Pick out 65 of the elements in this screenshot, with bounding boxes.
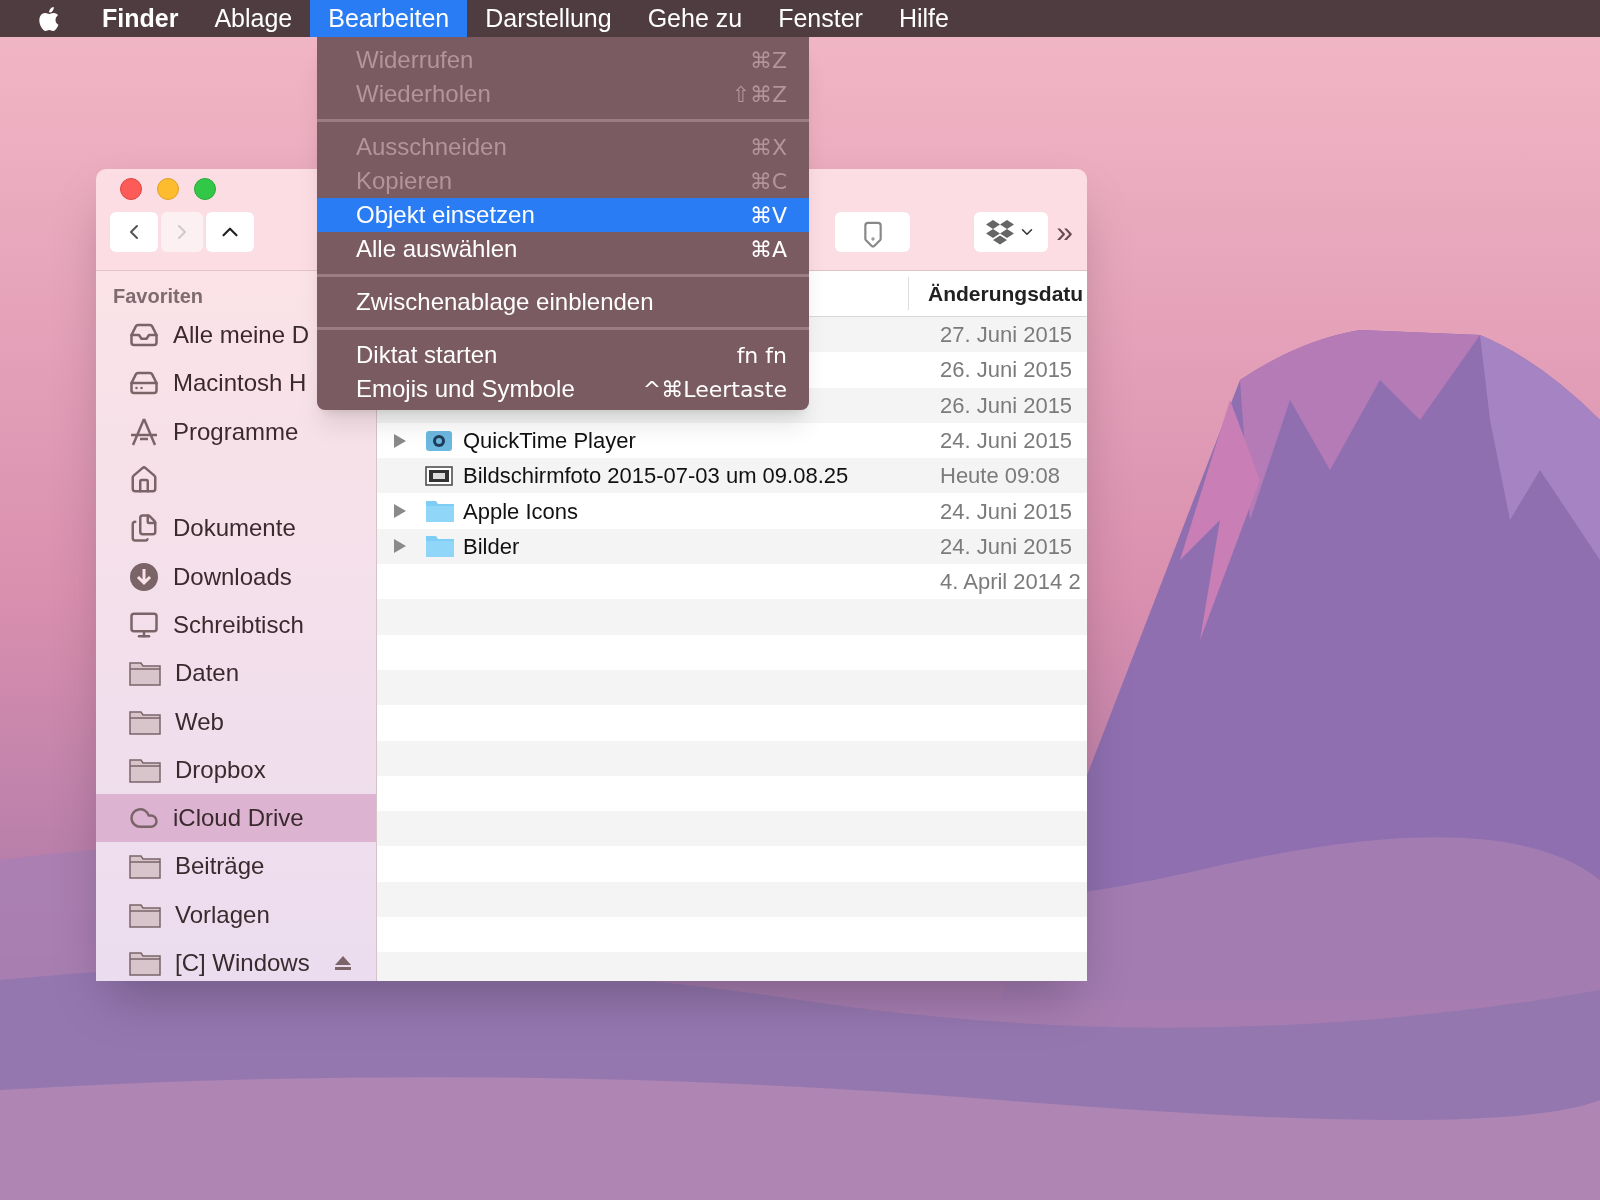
sidebar-item[interactable]: Dropbox xyxy=(96,745,376,794)
menu-item[interactable]: Emojis und Symbole ^⌘Leertaste xyxy=(317,372,809,406)
app-icon xyxy=(425,429,453,452)
file-name: Bilder xyxy=(463,533,520,559)
image-file-icon xyxy=(425,464,453,487)
column-header[interactable]: Änderungsdatu xyxy=(909,271,1084,316)
folder-icon xyxy=(425,534,455,559)
folder-icon xyxy=(129,950,161,976)
folder-icon xyxy=(425,499,455,524)
menu-item[interactable]: Objekt einsetzen ⌘V xyxy=(317,198,809,232)
sidebar-item[interactable]: Downloads xyxy=(96,552,376,601)
file-date: 27. Juni 2015 xyxy=(939,321,1073,350)
dropbox-icon xyxy=(986,219,1015,245)
menu-item[interactable]: Zwischenablage einblenden xyxy=(317,285,809,319)
menu-bar-item[interactable]: Darstellung xyxy=(467,0,630,37)
up-button[interactable] xyxy=(206,212,254,252)
disclosure-triangle-icon[interactable] xyxy=(393,432,407,449)
zoom-button[interactable] xyxy=(194,178,216,200)
eject-icon[interactable] xyxy=(334,955,352,971)
file-row[interactable]: Bilder 24. Juni 2015 xyxy=(377,528,1087,565)
toolbar-overflow[interactable]: » xyxy=(1056,217,1073,247)
file-date: 24. Juni 2015 xyxy=(939,532,1073,561)
disclosure-triangle-icon[interactable] xyxy=(393,538,407,555)
menu-bar-item[interactable]: Fenster xyxy=(760,0,881,37)
file-row[interactable]: Bildschirmfoto 2015-07-03 um 09.08.25 Heute 09:08 xyxy=(377,458,1087,494)
folder-icon xyxy=(129,901,161,928)
menu-bar-item[interactable]: Bearbeiten xyxy=(310,0,468,37)
folder-icon xyxy=(129,708,161,735)
folder-icon xyxy=(129,660,161,687)
sidebar-item[interactable]: Schreibtisch xyxy=(96,600,376,650)
file-date: Heute 09:08 xyxy=(939,462,1060,491)
file-name: QuickTime Player xyxy=(463,428,636,454)
menu-bar-item[interactable]: Ablage xyxy=(196,0,311,37)
tag-button[interactable] xyxy=(835,212,911,252)
file-date: 24. Juni 2015 xyxy=(939,497,1073,526)
menu-item[interactable]: Alle auswählen ⌘A xyxy=(317,232,809,266)
folder-icon xyxy=(129,853,161,880)
sidebar-item[interactable]: Programme xyxy=(96,407,376,456)
menu-bar-item[interactable]: Gehe zu xyxy=(629,0,761,37)
file-name: Apple Icons xyxy=(463,498,578,524)
file-date: 26. Juni 2015 xyxy=(939,356,1073,385)
sidebar-item[interactable]: [C] Windows xyxy=(96,938,376,981)
download-icon xyxy=(129,561,159,592)
sidebar-item[interactable]: iCloud Drive xyxy=(96,793,376,843)
folder-icon xyxy=(129,756,161,783)
compass-ruler-icon xyxy=(129,416,159,447)
menu-bar-item[interactable]: Finder xyxy=(84,0,197,37)
sidebar-item[interactable]: Dokumente xyxy=(96,504,376,553)
menu-item[interactable]: Diktat starten fn fn xyxy=(317,338,809,372)
file-date: 24. Juni 2015 xyxy=(939,427,1073,456)
file-name: Bildschirmfoto 2015-07-03 um 09.08.25 xyxy=(463,463,849,489)
documents-icon xyxy=(129,513,159,544)
apple-logo-icon[interactable] xyxy=(36,4,60,33)
file-date: 26. Juni 2015 xyxy=(939,391,1073,420)
sidebar-item[interactable]: Daten xyxy=(96,649,376,698)
disclosure-triangle-icon[interactable] xyxy=(393,503,407,520)
home-icon xyxy=(129,465,159,496)
close-button[interactable] xyxy=(120,178,142,200)
sidebar-item[interactable]: Web xyxy=(96,697,376,746)
file-date: 4. April 2014 2 xyxy=(939,568,1081,597)
menu-bar-item[interactable]: Hilfe xyxy=(880,0,967,37)
sidebar-item[interactable]: Vorlagen xyxy=(96,890,376,939)
back-button[interactable] xyxy=(110,212,158,252)
dropbox-button[interactable] xyxy=(974,212,1049,252)
sidebar-item[interactable]: Beiträge xyxy=(96,842,376,891)
